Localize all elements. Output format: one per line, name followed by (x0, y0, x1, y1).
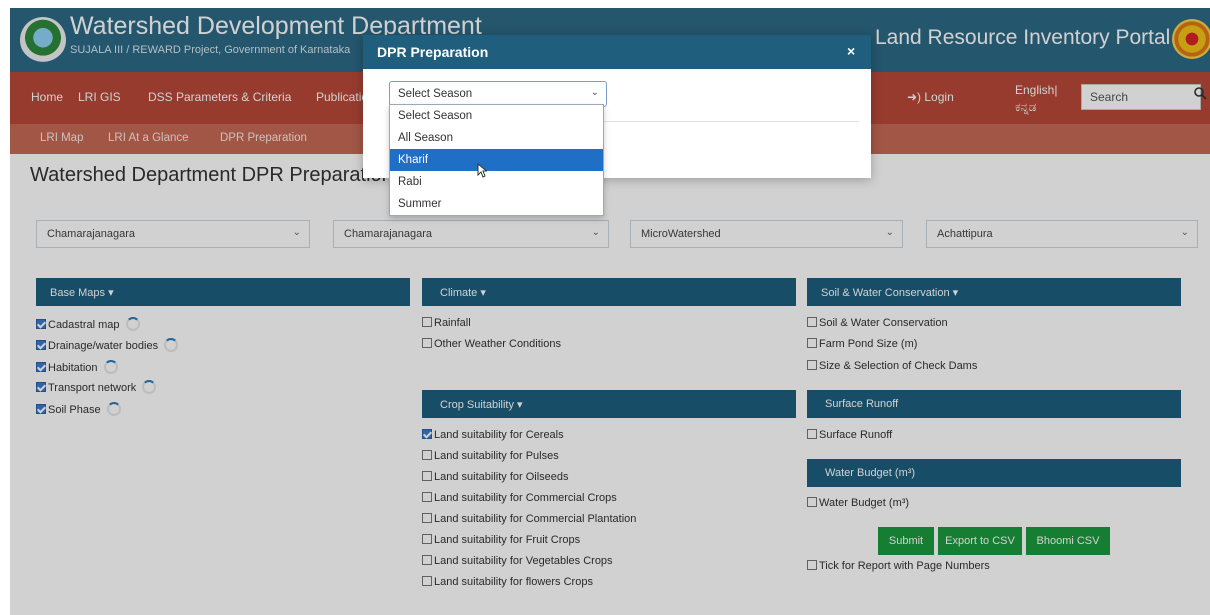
season-dropdown-list: Select Season All Season Kharif Rabi Sum… (389, 104, 604, 216)
screen: Watershed Development Department SUJALA … (0, 0, 1210, 615)
close-icon[interactable]: × (847, 43, 855, 59)
browser-viewport: Watershed Development Department SUJALA … (10, 8, 1210, 615)
mouse-cursor-icon (477, 162, 488, 178)
season-option-summer[interactable]: Summer (390, 193, 603, 215)
season-option-rabi[interactable]: Rabi (390, 171, 603, 193)
season-option-kharif[interactable]: Kharif (390, 149, 603, 171)
chevron-down-icon: ⌄ (590, 87, 599, 98)
season-select-value: Select Season (398, 88, 473, 100)
modal-header: DPR Preparation × (363, 35, 871, 69)
modal-title: DPR Preparation (377, 44, 489, 60)
season-option-all[interactable]: All Season (390, 127, 603, 149)
season-option-select[interactable]: Select Season (390, 105, 603, 127)
